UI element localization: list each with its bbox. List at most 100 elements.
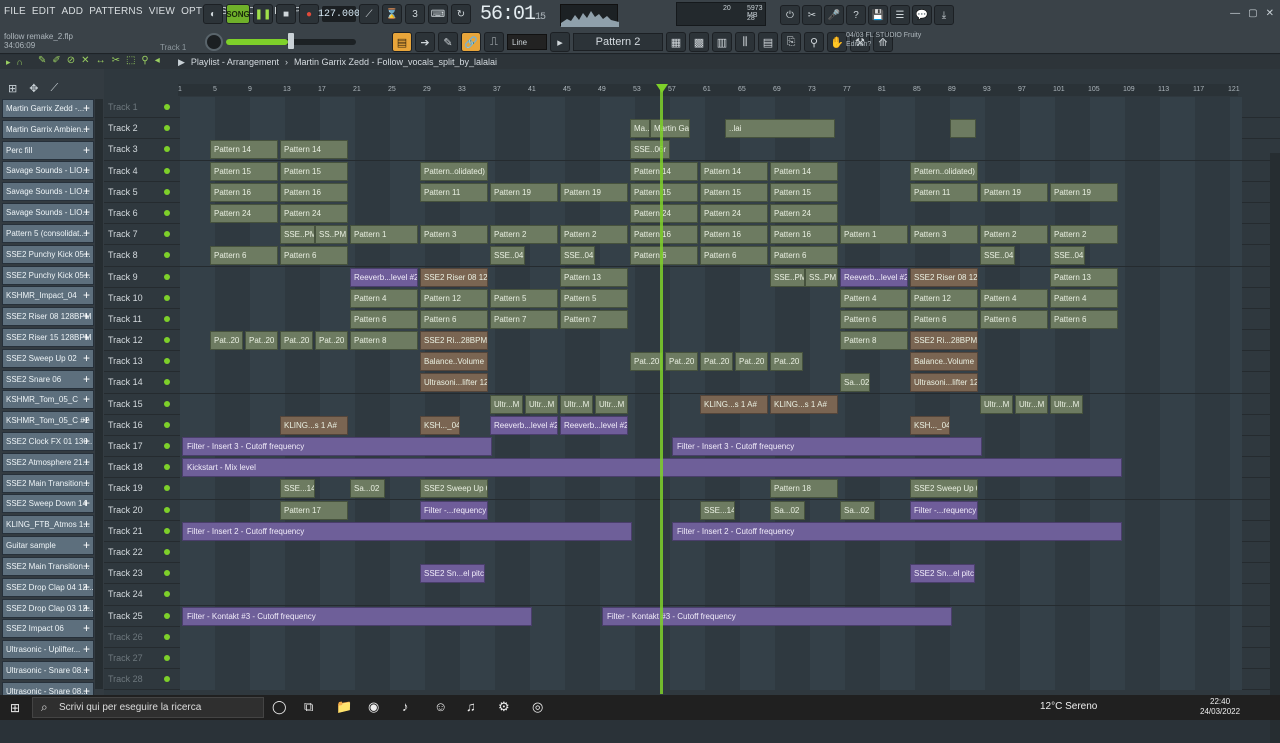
channel-button[interactable]: Martin Garrix Zedd -... <box>2 99 94 118</box>
track-mute-led[interactable] <box>164 273 170 280</box>
pattern-clip[interactable]: Sa...02 <box>770 500 805 520</box>
track-mute-led[interactable] <box>164 400 170 407</box>
track-lane[interactable]: Pattern 16 Pattern 16 Pattern 11 Pattern 19… <box>180 181 1242 203</box>
pattern-clip[interactable]: Sa...02 <box>350 479 385 499</box>
windows-start-icon[interactable]: ⊞ <box>10 701 20 715</box>
power-icon[interactable]: ⏻ <box>780 5 800 25</box>
pattern-clip[interactable]: KLING...s 1 A# <box>280 415 348 435</box>
pattern-clip[interactable]: Pat..20 <box>665 352 698 372</box>
track-lane[interactable]: Ma..alalaiMartin Garrix..._split_by_lala… <box>180 118 1242 140</box>
pattern-clip[interactable]: Reeverb...level #2 <box>560 415 628 435</box>
pattern-clip[interactable]: Pattern 19 <box>1050 182 1118 202</box>
pattern-clip[interactable]: Pattern 6 <box>210 246 278 266</box>
track-lane[interactable]: Pat..20 Pat..20 Pat..20 Pat..20 Pattern 8 SSE… <box>180 330 1242 352</box>
draw-icon[interactable]: ✎ <box>438 32 458 52</box>
track-mute-led[interactable] <box>164 676 170 683</box>
pattern-clip[interactable]: Pattern 2 <box>560 225 628 245</box>
pattern-clip[interactable]: Reeverb...level #2 <box>350 267 418 287</box>
pattern-clip[interactable]: Pattern 6 <box>350 309 418 329</box>
track-name[interactable]: Track 13 <box>108 351 168 372</box>
track-lane[interactable]: Filter - Kontakt #3 - Cutoff frequency Fi… <box>180 605 1242 627</box>
pattern-clip[interactable]: Pattern 15 <box>280 161 348 181</box>
track-mute-led[interactable] <box>164 146 170 153</box>
zoom-tool-icon[interactable]: ⟋ <box>50 82 58 95</box>
file-explorer-icon[interactable]: 📁 <box>336 699 352 715</box>
track-mute-led[interactable] <box>164 612 170 619</box>
channel-button[interactable]: Guitar sample <box>2 536 94 556</box>
pattern-clip[interactable]: Pattern 16 <box>700 225 768 245</box>
pattern-clip[interactable]: SSE..PM <box>280 225 315 245</box>
channel-button[interactable]: KSHMR_Impact_04 <box>2 286 94 306</box>
menu-add[interactable]: ADD <box>62 6 84 17</box>
close-icon[interactable]: ✕ <box>1266 8 1274 19</box>
track-mute-led[interactable] <box>164 167 170 174</box>
pattern-clip[interactable]: SSE2 Sn...el pitch <box>910 564 975 584</box>
pattern-clip[interactable]: Pattern 6 <box>910 309 978 329</box>
stamp-icon[interactable]: ⎍ <box>484 32 504 52</box>
track-mute-led[interactable] <box>164 591 170 598</box>
pattern-clip[interactable]: Pattern 8 <box>350 331 418 351</box>
track-name[interactable]: Track 6 <box>108 203 168 224</box>
pattern-clip[interactable]: Pattern 6 <box>420 309 488 329</box>
pattern-clip[interactable]: Pat..20 <box>315 331 348 351</box>
pattern-clip[interactable]: Pattern 2 <box>490 225 558 245</box>
playlist-scrollbar[interactable] <box>1270 153 1280 743</box>
pattern-clip[interactable]: SSE...14 <box>280 479 315 499</box>
pattern-clip[interactable]: Pattern 4 <box>840 288 908 308</box>
channel-button[interactable]: SSE2 Riser 08 128BPM <box>2 307 94 327</box>
track-mute-led[interactable] <box>164 188 170 195</box>
pattern-clip[interactable]: Pattern 16 <box>630 225 698 245</box>
pattern-clip[interactable]: Pattern 19 <box>560 182 628 202</box>
pattern-clip[interactable]: SS..PM <box>805 267 838 287</box>
track-lane[interactable]: Balance..Volume Pat..20 Pat..20 Pat..20 Pat.… <box>180 351 1242 373</box>
pattern-clip[interactable]: Martin Garrix..._split_by_lalalai <box>650 119 690 139</box>
automation-clip[interactable]: Filter - Insert 3 - Cutoff frequency <box>672 437 982 456</box>
pattern-clip[interactable]: Pattern 12 <box>420 288 488 308</box>
channel-button[interactable]: SSE2 Impact 06 <box>2 619 94 639</box>
channel-button[interactable]: KSHMR_Tom_05_C #2 <box>2 411 94 431</box>
pattern-clip[interactable]: SSE...14 <box>700 500 735 520</box>
pattern-clip[interactable]: Sa...02 <box>840 500 875 520</box>
track-lane[interactable]: Ultrasoni...lifter 12 Sa...02 Ultrasoni...… <box>180 372 1242 394</box>
track-lane[interactable]: Filter - Insert 2 - Cutoff frequency Filt… <box>180 520 1242 542</box>
pattern-clip[interactable]: Pat..20 <box>210 331 243 351</box>
pattern-clip[interactable]: Sa...02 <box>840 373 870 393</box>
pattern-clip[interactable]: Pattern 3 <box>910 225 978 245</box>
pattern-clip[interactable]: Pattern 16 <box>770 225 838 245</box>
master-volume-slider[interactable] <box>226 33 356 49</box>
track-name[interactable]: Track 11 <box>108 309 168 330</box>
pattern-clip[interactable]: SSE..04 <box>1050 246 1085 266</box>
link-icon[interactable]: 🔗 <box>461 32 481 52</box>
pattern-clip[interactable]: SSE..04 <box>980 246 1015 266</box>
browser-scrollbar[interactable] <box>95 99 103 689</box>
discord-icon[interactable]: ☺ <box>434 699 447 714</box>
pattern-clip[interactable]: Ma..alalai <box>630 119 650 139</box>
automation-clip[interactable]: Kickstart - Mix level <box>182 458 1122 478</box>
loop-record-icon[interactable]: ↻ <box>451 4 471 24</box>
track-name[interactable]: Track 12 <box>108 330 168 351</box>
automation-clip[interactable]: Filter - Insert 2 - Cutoff frequency <box>182 521 632 541</box>
track-lane[interactable]: Pattern 14 Pattern 14 SSE..06r <box>180 139 1242 161</box>
track-lane[interactable]: Kickstart - Mix level <box>180 457 1242 479</box>
spotify-icon[interactable]: ♫ <box>466 699 476 714</box>
wait-icon[interactable]: ⌛ <box>382 4 402 24</box>
pattern-clip[interactable]: SSE..06r <box>630 140 670 160</box>
pattern-clip[interactable]: Pattern 2 <box>1050 225 1118 245</box>
metronome-icon[interactable]: ⟋ <box>359 4 379 24</box>
channel-button[interactable]: SSE2 Snare 06 <box>2 369 94 389</box>
automation-clip[interactable]: Filter - Kontakt #3 - Cutoff frequency <box>182 606 532 626</box>
touch-keyboard-icon[interactable]: ✋ <box>827 32 847 52</box>
track-name[interactable]: Track 8 <box>108 245 168 266</box>
browser-icon[interactable]: ▤ <box>758 32 778 52</box>
track-lane[interactable] <box>180 626 1242 648</box>
taskbar-clock[interactable]: 22:40 24/03/2022 <box>1200 697 1240 717</box>
pattern-clip[interactable]: Pattern 7 <box>560 309 628 329</box>
track-lane[interactable]: Ultr...M Ultr...M Ultr...M Ultr...M KLING...… <box>180 393 1242 415</box>
track-mute-led[interactable] <box>164 548 170 555</box>
pattern-clip[interactable]: Pattern..olidated) <box>420 161 488 181</box>
channel-button[interactable]: Perc fill <box>2 140 94 160</box>
pattern-clip[interactable] <box>950 119 976 139</box>
track-lane[interactable]: Pattern 4 Pattern 12 Pattern 5 Pattern 5 Pat… <box>180 287 1242 309</box>
track-mute-led[interactable] <box>164 443 170 449</box>
speaker-icon[interactable]: ◂ <box>155 55 160 66</box>
